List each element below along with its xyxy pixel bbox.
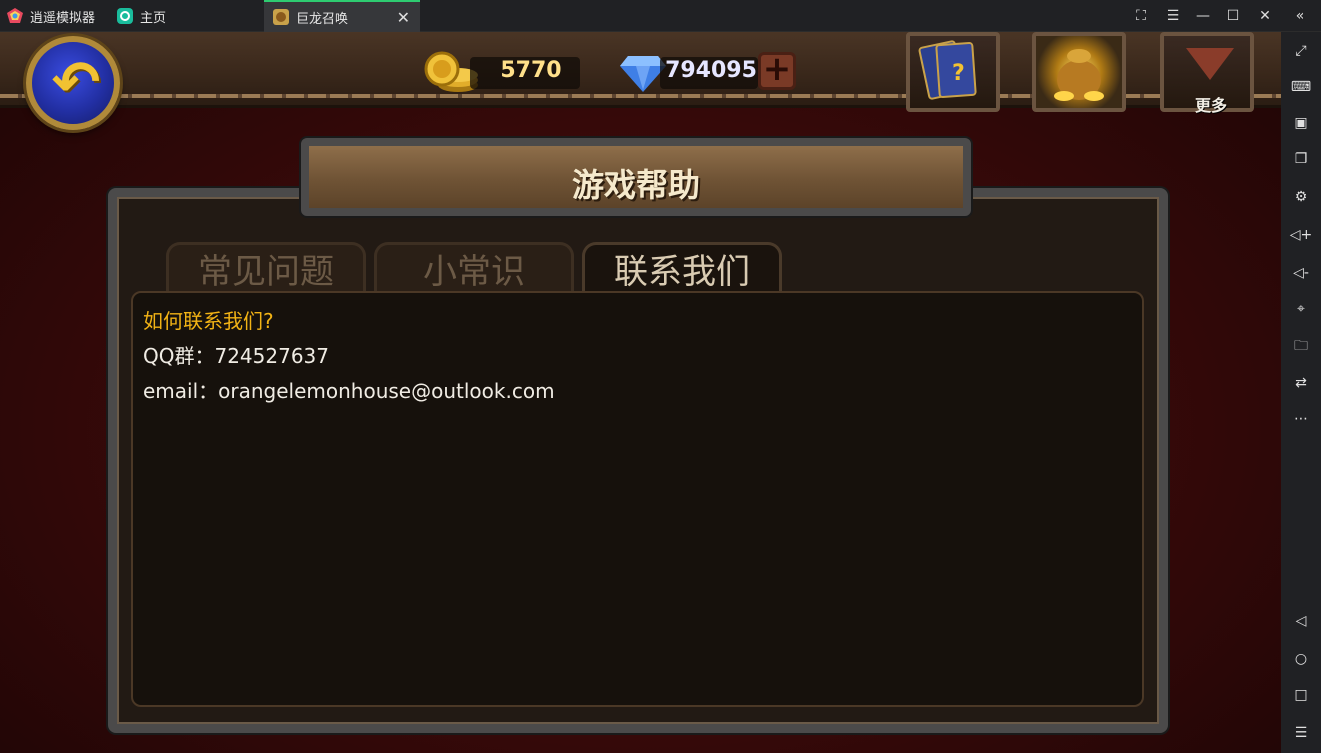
rotate-icon[interactable]: ⇄ (1281, 368, 1321, 398)
more-options-icon[interactable]: ⋯ (1281, 404, 1321, 434)
keyboard-icon[interactable]: ⌨ (1281, 72, 1321, 102)
emulator-app-tab[interactable]: 逍遥模拟器 (0, 0, 106, 32)
minimize-icon[interactable]: — (1188, 0, 1218, 32)
fullscreen-mini-icon[interactable]: ⛶ (1126, 0, 1156, 32)
more-triangle-icon (1186, 48, 1234, 80)
gem-amount: 794095 (665, 58, 757, 83)
help-title-plate: 游戏帮助 (301, 138, 971, 216)
tab-home-label: 主页 (140, 10, 167, 26)
volume-up-icon[interactable]: ◁+ (1281, 220, 1321, 250)
fullscreen-icon[interactable]: ⤢ (1281, 36, 1321, 66)
back-button[interactable]: ↶ (26, 36, 120, 130)
svg-text:?: ? (952, 61, 965, 86)
close-window-icon[interactable]: ✕ (1250, 0, 1280, 32)
tab-home[interactable]: 主页 (106, 0, 264, 32)
apk-install-icon[interactable]: ▣ (1281, 108, 1321, 138)
list-icon[interactable]: ☰ (1281, 718, 1321, 748)
content-heading: 如何联系我们? (143, 309, 274, 333)
settings-icon[interactable]: ⚙ (1281, 182, 1321, 212)
home-app-icon (117, 8, 133, 24)
android-recents-icon[interactable]: □ (1281, 680, 1321, 710)
plus-icon: + (762, 49, 792, 89)
more-label: 更多 (1194, 96, 1227, 115)
menu-icon[interactable]: ☰ (1158, 0, 1188, 32)
location-icon[interactable]: ⌖ (1281, 294, 1321, 324)
emulator-sidebar: ⤢ ⌨ ▣ ❐ ⚙ ◁+ ◁- ⌖ 🗀 ⇄ ⋯ ◁ ○ □ ☰ (1281, 32, 1321, 753)
email-line: email：orangelemonhouse@outlook.com (143, 379, 555, 403)
card-collection-button[interactable]: ? (906, 32, 1000, 112)
cards-icon: ? (918, 40, 977, 100)
gold-amount: 5770 (500, 58, 562, 83)
treasure-button[interactable] (1032, 32, 1126, 112)
android-home-icon[interactable]: ○ (1281, 644, 1321, 674)
app-name: 逍遥模拟器 (30, 10, 96, 26)
more-button[interactable]: 更多 (1160, 32, 1254, 115)
close-tab-icon[interactable]: ✕ (397, 8, 410, 27)
emulator-titlebar: 逍遥模拟器 主页 巨龙召唤 ✕ ⛶ ☰ — ☐ ✕ « (0, 0, 1321, 32)
app-logo-icon (7, 8, 23, 23)
game-app-icon (273, 9, 289, 25)
treasure-bag-icon (1054, 49, 1104, 101)
multi-window-icon[interactable]: ❐ (1281, 144, 1321, 174)
collapse-sidebar-icon[interactable]: « (1285, 0, 1315, 32)
maximize-icon[interactable]: ☐ (1218, 0, 1248, 32)
help-content: 如何联系我们? QQ群：724527637 email：orangelemonh… (131, 291, 1144, 707)
android-back-icon[interactable]: ◁ (1281, 606, 1321, 636)
back-arrow-icon: ↶ (51, 48, 101, 116)
game-viewport: ↶ 5770 794095 + ? 更多 游戏帮助 常见问题 小常识 联系我们 … (0, 32, 1281, 753)
tab-game-label: 巨龙召唤 (296, 11, 349, 27)
volume-down-icon[interactable]: ◁- (1281, 258, 1321, 288)
qq-group-line: QQ群：724527637 (143, 344, 330, 368)
folder-icon[interactable]: 🗀 (1281, 332, 1321, 362)
tab-game[interactable]: 巨龙召唤 ✕ (264, 0, 420, 32)
add-gems-button[interactable]: + (758, 52, 796, 90)
panel-title: 游戏帮助 (571, 166, 700, 204)
